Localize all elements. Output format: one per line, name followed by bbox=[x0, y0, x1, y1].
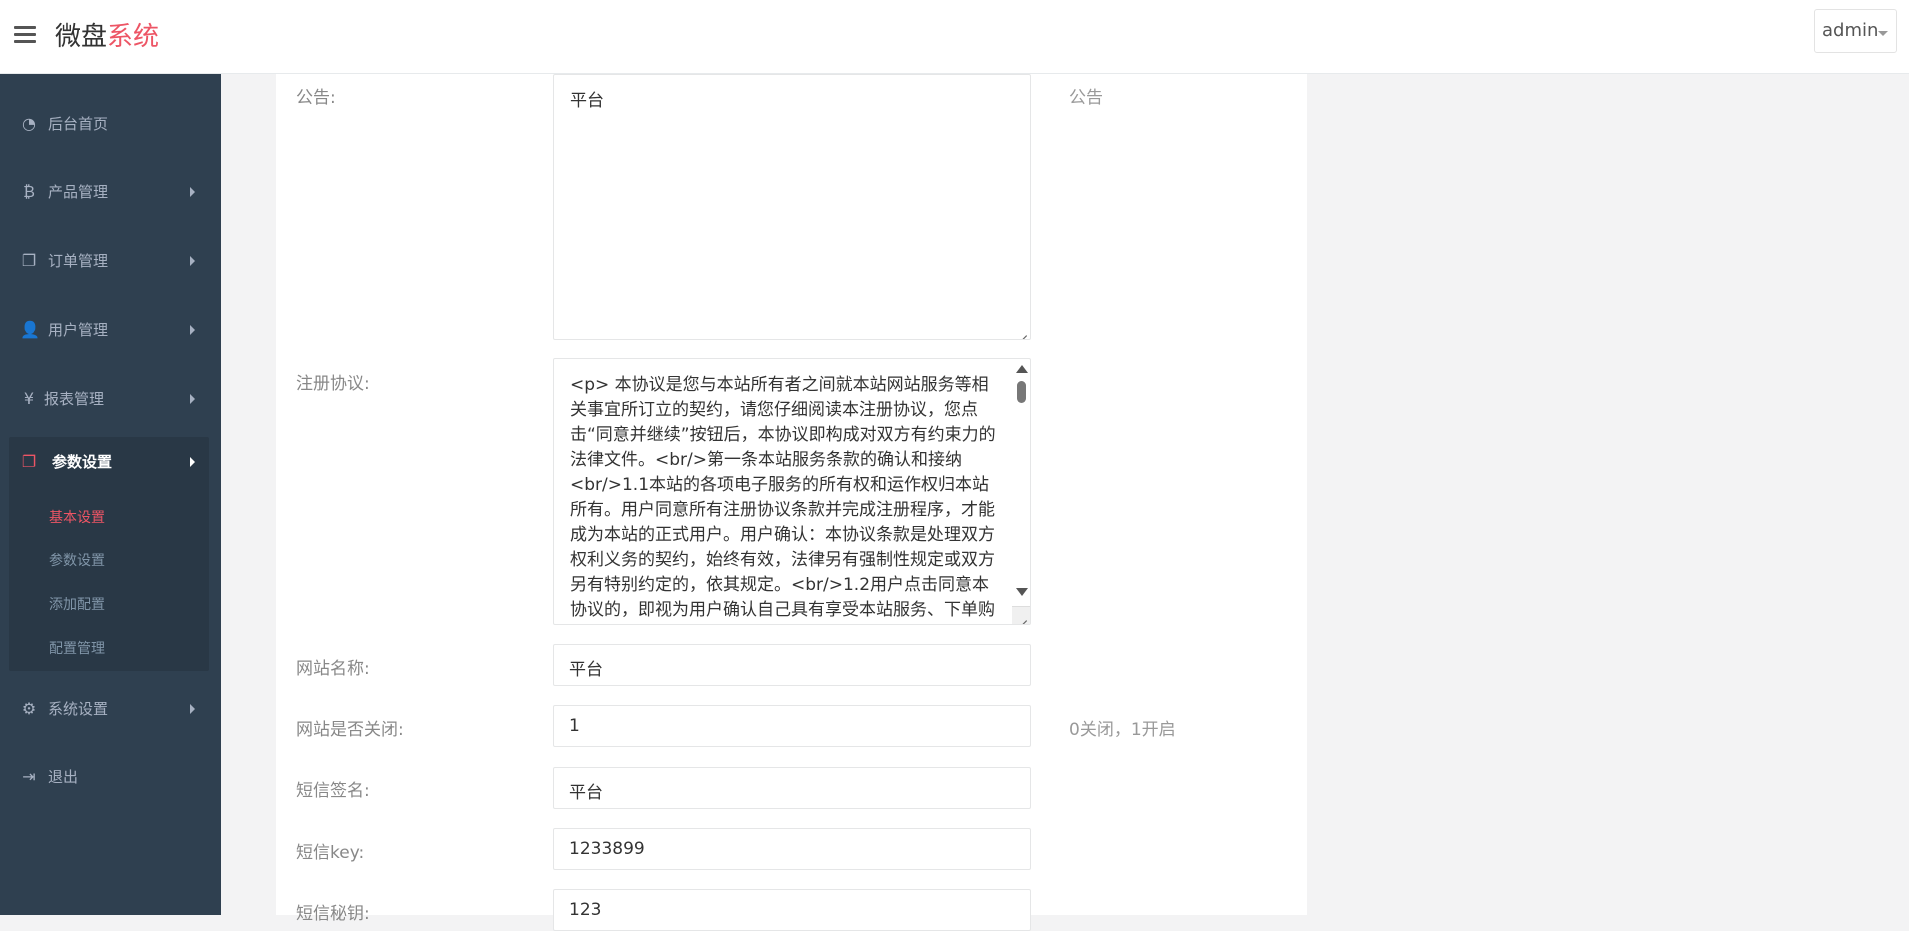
site-closed-label: 网站是否关闭: bbox=[296, 720, 404, 740]
submenu-config-manage[interactable]: 配置管理 bbox=[49, 638, 105, 658]
sms-sign-input[interactable]: 平台 bbox=[553, 767, 1031, 809]
sidebar-item-label: 退出 bbox=[48, 768, 79, 786]
caret-right-icon bbox=[190, 394, 195, 404]
sign-out-icon: ⇥ bbox=[22, 767, 36, 786]
site-closed-input[interactable]: 1 bbox=[553, 705, 1031, 747]
site-name-input[interactable]: 平台 bbox=[553, 644, 1031, 686]
sidebar-item-label: 产品管理 bbox=[48, 183, 109, 201]
sidebar-item-label: 系统设置 bbox=[48, 700, 109, 718]
scroll-corner bbox=[1012, 606, 1030, 624]
announcement-label: 公告: bbox=[296, 88, 336, 108]
menu-toggle-icon[interactable] bbox=[14, 26, 36, 46]
submenu-basic-settings[interactable]: 基本设置 bbox=[49, 507, 105, 527]
sidebar-item-products[interactable]: ₿ 产品管理 bbox=[0, 167, 221, 217]
sms-sign-value: 平台 bbox=[569, 783, 603, 803]
dashboard-icon: ◔ bbox=[22, 114, 36, 133]
sidebar-item-orders[interactable]: ❐ 订单管理 bbox=[0, 236, 221, 286]
announcement-value: 平台 bbox=[570, 91, 604, 111]
resize-handle-icon[interactable] bbox=[1018, 612, 1028, 622]
sidebar-item-label: 参数设置 bbox=[52, 453, 113, 471]
sidebar-item-dashboard[interactable]: ◔ 后台首页 bbox=[0, 99, 221, 149]
sms-secret-label: 短信秘钥: bbox=[296, 904, 370, 924]
sidebar-item-label: 用户管理 bbox=[48, 321, 109, 339]
site-name-value: 平台 bbox=[569, 660, 603, 680]
sms-secret-input[interactable]: 123 bbox=[553, 889, 1031, 931]
site-name-label: 网站名称: bbox=[296, 659, 370, 679]
sms-key-label: 短信key: bbox=[296, 843, 365, 863]
top-header: 微盘系统 admin bbox=[0, 0, 1909, 74]
sms-key-input[interactable]: 1233899 bbox=[553, 828, 1031, 870]
announcement-hint: 公告 bbox=[1069, 88, 1103, 108]
sidebar-active-group: ❐ 参数设置 基本设置 参数设置 添加配置 配置管理 bbox=[9, 437, 209, 671]
sidebar-item-params[interactable]: ❐ 参数设置 bbox=[0, 437, 221, 487]
caret-down-icon bbox=[1878, 31, 1888, 36]
resize-handle-icon[interactable] bbox=[1018, 327, 1028, 337]
submenu-add-config[interactable]: 添加配置 bbox=[49, 594, 105, 614]
sidebar-item-label: 报表管理 bbox=[44, 390, 105, 408]
scroll-up-icon[interactable] bbox=[1016, 365, 1028, 373]
agreement-label: 注册协议: bbox=[296, 374, 370, 394]
sidebar-item-users[interactable]: 👤 用户管理 bbox=[0, 305, 221, 355]
sidebar-item-label: 后台首页 bbox=[48, 115, 109, 133]
sms-secret-value: 123 bbox=[569, 900, 602, 920]
sidebar-item-logout[interactable]: ⇥ 退出 bbox=[0, 752, 221, 802]
user-name: admin bbox=[1822, 20, 1879, 41]
caret-right-icon bbox=[190, 457, 195, 467]
caret-right-icon bbox=[190, 256, 195, 266]
site-closed-value: 1 bbox=[569, 716, 580, 736]
sidebar-item-label: 订单管理 bbox=[48, 252, 109, 270]
caret-right-icon bbox=[190, 187, 195, 197]
agreement-textarea[interactable]: <p> 本协议是您与本站所有者之间就本站网站服务等相关事宜所订立的契约，请您仔细… bbox=[553, 358, 1031, 625]
sms-sign-label: 短信签名: bbox=[296, 781, 370, 801]
brand-logo: 微盘系统 bbox=[55, 20, 159, 54]
sidebar-item-system[interactable]: ⚙ 系统设置 bbox=[0, 684, 221, 734]
bitcoin-icon: ₿ bbox=[23, 182, 35, 201]
user-dropdown[interactable]: admin bbox=[1814, 9, 1897, 53]
files-icon: ❐ bbox=[21, 452, 37, 471]
submenu-param-settings[interactable]: 参数设置 bbox=[49, 550, 105, 570]
yen-icon: ¥ bbox=[23, 389, 35, 408]
caret-right-icon bbox=[190, 704, 195, 714]
copy-icon: ❐ bbox=[21, 251, 37, 270]
cogs-icon: ⚙ bbox=[21, 699, 37, 718]
agreement-scrollbar[interactable] bbox=[1012, 359, 1030, 624]
scroll-thumb[interactable] bbox=[1017, 381, 1026, 403]
agreement-value: <p> 本协议是您与本站所有者之间就本站网站服务等相关事宜所订立的契约，请您仔细… bbox=[570, 375, 996, 620]
caret-right-icon bbox=[190, 325, 195, 335]
site-closed-hint: 0关闭，1开启 bbox=[1069, 720, 1176, 740]
user-icon: 👤 bbox=[20, 320, 40, 339]
announcement-textarea[interactable]: 平台 bbox=[553, 74, 1031, 340]
sidebar-item-reports[interactable]: ¥ 报表管理 bbox=[0, 374, 221, 424]
sidebar: ◔ 后台首页 ₿ 产品管理 ❐ 订单管理 👤 用户管理 ¥ 报表管理 ❐ 参数设… bbox=[0, 74, 221, 915]
brand-main: 微盘 bbox=[55, 22, 108, 52]
scroll-down-icon[interactable] bbox=[1016, 588, 1028, 596]
brand-accent: 系统 bbox=[107, 22, 160, 52]
sms-key-value: 1233899 bbox=[569, 839, 645, 859]
